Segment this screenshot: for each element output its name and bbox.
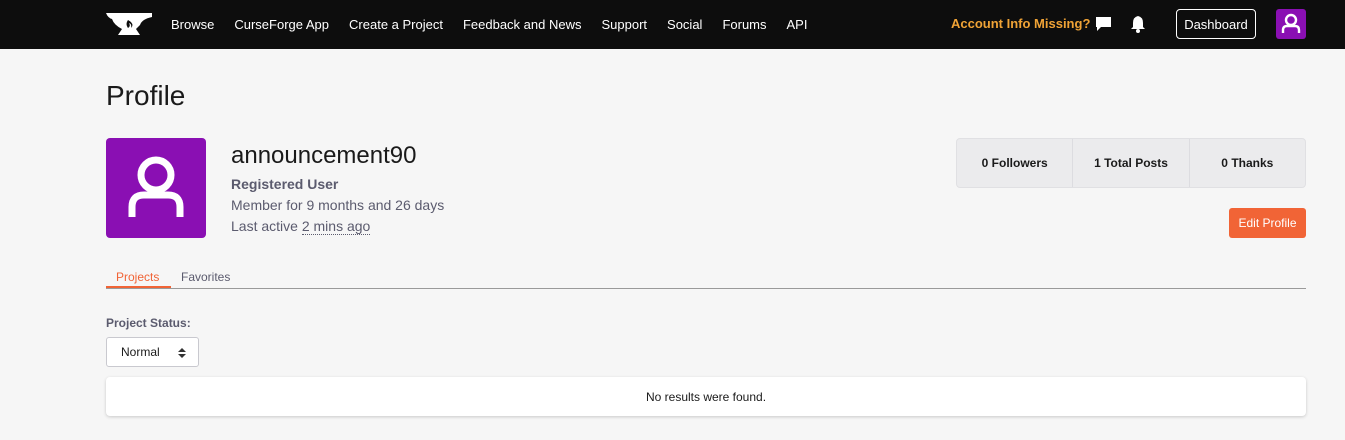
tab-projects[interactable]: Projects: [116, 270, 159, 284]
nav-support[interactable]: Support: [601, 17, 647, 32]
nav-forums[interactable]: Forums: [722, 17, 766, 32]
account-info-missing-link[interactable]: Account Info Missing?: [951, 16, 1090, 31]
nav-social[interactable]: Social: [667, 17, 702, 32]
message-icon[interactable]: [1095, 16, 1112, 32]
nav-api[interactable]: API: [787, 17, 808, 32]
dashboard-button[interactable]: Dashboard: [1176, 9, 1256, 39]
project-status-select[interactable]: Normal: [106, 337, 199, 367]
thanks-label: Thanks: [1231, 156, 1274, 170]
empty-results-message: No results were found.: [645, 389, 767, 404]
profile-role: Registered User: [231, 176, 339, 192]
member-duration: Member for 9 months and 26 days: [231, 197, 445, 213]
profile-username: announcement90: [231, 142, 417, 169]
posts-label: Total Posts: [1104, 156, 1168, 170]
followers-count: 0: [981, 156, 989, 170]
nav-feedback-news[interactable]: Feedback and News: [463, 17, 582, 32]
thanks-count: 0: [1221, 156, 1228, 170]
select-arrows-icon: [178, 348, 186, 358]
results-panel: No results were found.: [106, 377, 1306, 416]
profile-avatar: [106, 138, 206, 238]
posts-count: 1: [1094, 156, 1101, 170]
last-active: Last active 2 mins ago: [231, 218, 371, 235]
total-posts-stat[interactable]: 1 Total Posts: [1073, 139, 1190, 187]
user-icon: [1281, 13, 1301, 33]
tab-favorites[interactable]: Favorites: [181, 270, 230, 284]
bell-icon[interactable]: [1130, 15, 1146, 33]
main-nav: Browse CurseForge App Create a Project F…: [171, 0, 827, 49]
nav-curseforge-app[interactable]: CurseForge App: [234, 17, 329, 32]
curseforge-logo-icon[interactable]: [106, 11, 152, 37]
followers-label: Followers: [991, 156, 1048, 170]
active-tab-indicator: [106, 286, 171, 288]
nav-browse[interactable]: Browse: [171, 17, 214, 32]
project-status-label: Project Status:: [106, 316, 191, 330]
user-avatar[interactable]: [1276, 9, 1306, 39]
followers-stat[interactable]: 0 Followers: [957, 139, 1074, 187]
thanks-stat[interactable]: 0 Thanks: [1190, 139, 1305, 187]
edit-profile-button[interactable]: Edit Profile: [1229, 208, 1306, 238]
last-active-time: 2 mins ago: [301, 218, 371, 235]
profile-stats: 0 Followers 1 Total Posts 0 Thanks: [956, 138, 1306, 188]
project-status-value: Normal: [121, 345, 160, 359]
last-active-prefix: Last active: [231, 218, 298, 234]
page-title: Profile: [106, 80, 186, 111]
user-icon: [128, 156, 184, 217]
nav-create-project[interactable]: Create a Project: [349, 17, 443, 32]
profile-tabs: Projects Favorites: [106, 266, 1306, 289]
top-navbar: Browse CurseForge App Create a Project F…: [0, 0, 1345, 49]
